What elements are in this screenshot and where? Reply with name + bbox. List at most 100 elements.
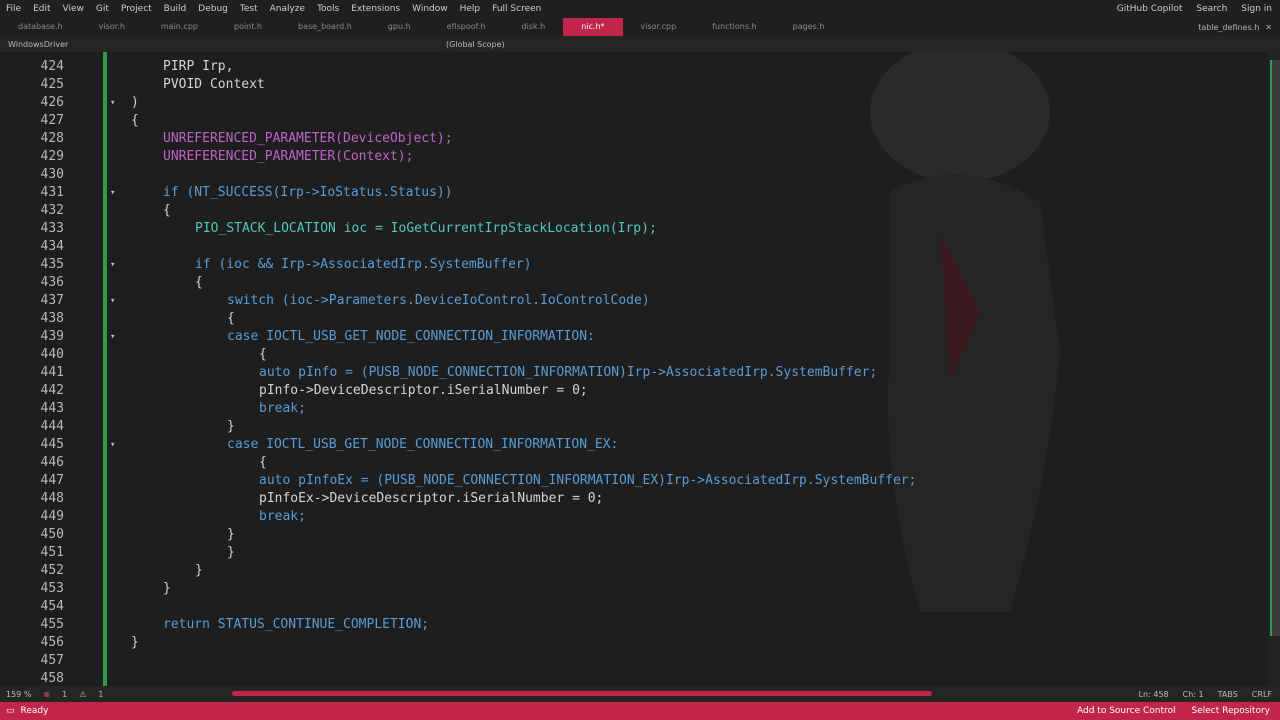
menu-item-view[interactable]: View [57,4,90,14]
code-line[interactable]: 440 { [0,346,1260,364]
line-number: 445 [40,437,64,452]
line-number: 453 [40,581,64,596]
code-line[interactable]: 453} [0,580,1260,598]
menu-item-git[interactable]: Git [90,4,115,14]
code-line[interactable]: 456} [0,634,1260,652]
code-line[interactable]: 457 [0,652,1260,670]
code-line[interactable]: 427 { [0,112,1260,130]
code-line[interactable]: 435 ▾ if (ioc && Irp->AssociatedIrp.System… [0,256,1260,274]
line-number: 429 [40,149,64,164]
tab-base-board-h[interactable]: base_board.h [280,18,370,36]
code-line[interactable]: 429 UNREFERENCED_PARAMETER(Context); [0,148,1260,166]
tab-point-h[interactable]: point.h [216,18,280,36]
tab-table-defines[interactable]: table_defines.h [1198,23,1259,32]
code-text: PIRP Irp, [163,59,234,74]
line-number: 440 [40,347,64,362]
code-line[interactable]: 447 auto pInfoEx = (PUSB_NODE_CONNECTION_… [0,472,1260,490]
zoom-level[interactable]: 159 % [0,690,37,699]
code-line[interactable]: 458 [0,670,1260,686]
code-line[interactable]: 438 { [0,310,1260,328]
column-number[interactable]: Ch: 1 [1183,690,1204,699]
error-icon: ⊗ [43,689,51,699]
add-source-control-button[interactable]: Add to Source Control [1077,706,1176,716]
code-line[interactable]: 442 pInfo->DeviceDescriptor.iSerialNumber… [0,382,1260,400]
code-text: { [195,275,203,290]
menu-item-analyze[interactable]: Analyze [264,4,311,14]
menu-item-full-screen[interactable]: Full Screen [486,4,547,14]
line-number: 441 [40,365,64,380]
code-line[interactable]: 454 [0,598,1260,616]
fold-chevron-icon[interactable]: ▾ [110,328,115,346]
line-number: 427 [40,113,64,128]
menu-item-project[interactable]: Project [115,4,158,14]
menu-item-window[interactable]: Window [406,4,454,14]
tab-functions-h[interactable]: functions.h [694,18,774,36]
code-line[interactable]: 428 UNREFERENCED_PARAMETER(DeviceObject); [0,130,1260,148]
menu-item-file[interactable]: File [0,4,27,14]
tab-gpu-h[interactable]: gpu.h [370,18,429,36]
code-line[interactable]: 449 break; [0,508,1260,526]
fold-chevron-icon[interactable]: ▾ [110,94,115,112]
fold-chevron-icon[interactable]: ▾ [110,436,115,454]
menu-item-help[interactable]: Help [454,4,487,14]
code-line[interactable]: 425 PVOID Context [0,76,1260,94]
line-number: 455 [40,617,64,632]
tab-nic-h-[interactable]: nic.h* [563,18,623,36]
menu-item-tools[interactable]: Tools [311,4,345,14]
line-number: 447 [40,473,64,488]
code-line[interactable]: 445 ▾ case IOCTL_USB_GET_NODE_CONNECTION_I… [0,436,1260,454]
close-icon[interactable]: ✕ [1265,23,1272,32]
line-number: 426 [40,95,64,110]
select-repository-button[interactable]: Select Repository [1192,706,1270,716]
code-line[interactable]: 452} [0,562,1260,580]
code-editor[interactable]: 424 PIRP Irp, 425 PVOID Context 426 ▾) 427 {428… [0,52,1268,686]
scope-dropdown[interactable]: (Global Scope) [438,40,505,49]
tab-efispoof-h[interactable]: efispoof.h [429,18,504,36]
code-line[interactable]: 437 ▾ switch (ioc->Parameters.DeviceIoCont… [0,292,1260,310]
horizontal-scrollbar[interactable] [232,691,932,696]
code-line[interactable]: 434 [0,238,1260,256]
fold-chevron-icon[interactable]: ▾ [110,292,115,310]
code-line[interactable]: 444} [0,418,1260,436]
tab-visor-h[interactable]: visor.h [81,18,143,36]
tab-disk-h[interactable]: disk.h [503,18,563,36]
tab-visor-cpp[interactable]: visor.cpp [623,18,695,36]
fold-chevron-icon[interactable]: ▾ [110,256,115,274]
scroll-thumb[interactable] [1270,60,1280,636]
warning-count[interactable]: 1 [92,690,109,699]
code-line[interactable]: 451} [0,544,1260,562]
error-count[interactable]: 1 [56,690,73,699]
code-text: return STATUS_CONTINUE_COMPLETION; [163,617,430,632]
tab-database-h[interactable]: database.h [0,18,81,36]
menu-item-debug[interactable]: Debug [192,4,234,14]
menu-item-test[interactable]: Test [234,4,264,14]
code-line[interactable]: 433 PIO_STACK_LOCATION ioc = IoGetCurrent… [0,220,1260,238]
line-number: 451 [40,545,64,560]
tab-main-cpp[interactable]: main.cpp [143,18,216,36]
code-line[interactable]: 432 { [0,202,1260,220]
code-line[interactable]: 439 ▾ case IOCTL_USB_GET_NODE_CONNECTION_I… [0,328,1260,346]
code-line[interactable]: 424 PIRP Irp, [0,58,1260,76]
project-dropdown[interactable]: WindowsDriver [0,40,438,49]
code-line[interactable]: 448 pInfoEx->DeviceDescriptor.iSerialNumb… [0,490,1260,508]
code-line[interactable]: 426 ▾) [0,94,1260,112]
line-number: 456 [40,635,64,650]
code-line[interactable]: 430 [0,166,1260,184]
code-line[interactable]: 441 auto pInfo = (PUSB_NODE_CONNECTION_IN… [0,364,1260,382]
menu-item-build[interactable]: Build [158,4,193,14]
code-line[interactable]: 436 { [0,274,1260,292]
code-line[interactable]: 450} [0,526,1260,544]
fold-chevron-icon[interactable]: ▾ [110,184,115,202]
code-text: { [259,347,267,362]
menu-item-extensions[interactable]: Extensions [345,4,406,14]
code-line[interactable]: 446 { [0,454,1260,472]
indent-mode[interactable]: TABS [1218,690,1238,699]
code-line[interactable]: 431 ▾ if (NT_SUCCESS(Irp->IoStatus.Status)… [0,184,1260,202]
menu-item-edit[interactable]: Edit [27,4,56,14]
line-number[interactable]: Ln: 458 [1139,690,1169,699]
code-line[interactable]: 443 break; [0,400,1260,418]
code-line[interactable]: 455 return STATUS_CONTINUE_COMPLETION; [0,616,1260,634]
line-endings[interactable]: CRLF [1252,690,1272,699]
line-number: 428 [40,131,64,146]
tab-pages-h[interactable]: pages.h [775,18,843,36]
